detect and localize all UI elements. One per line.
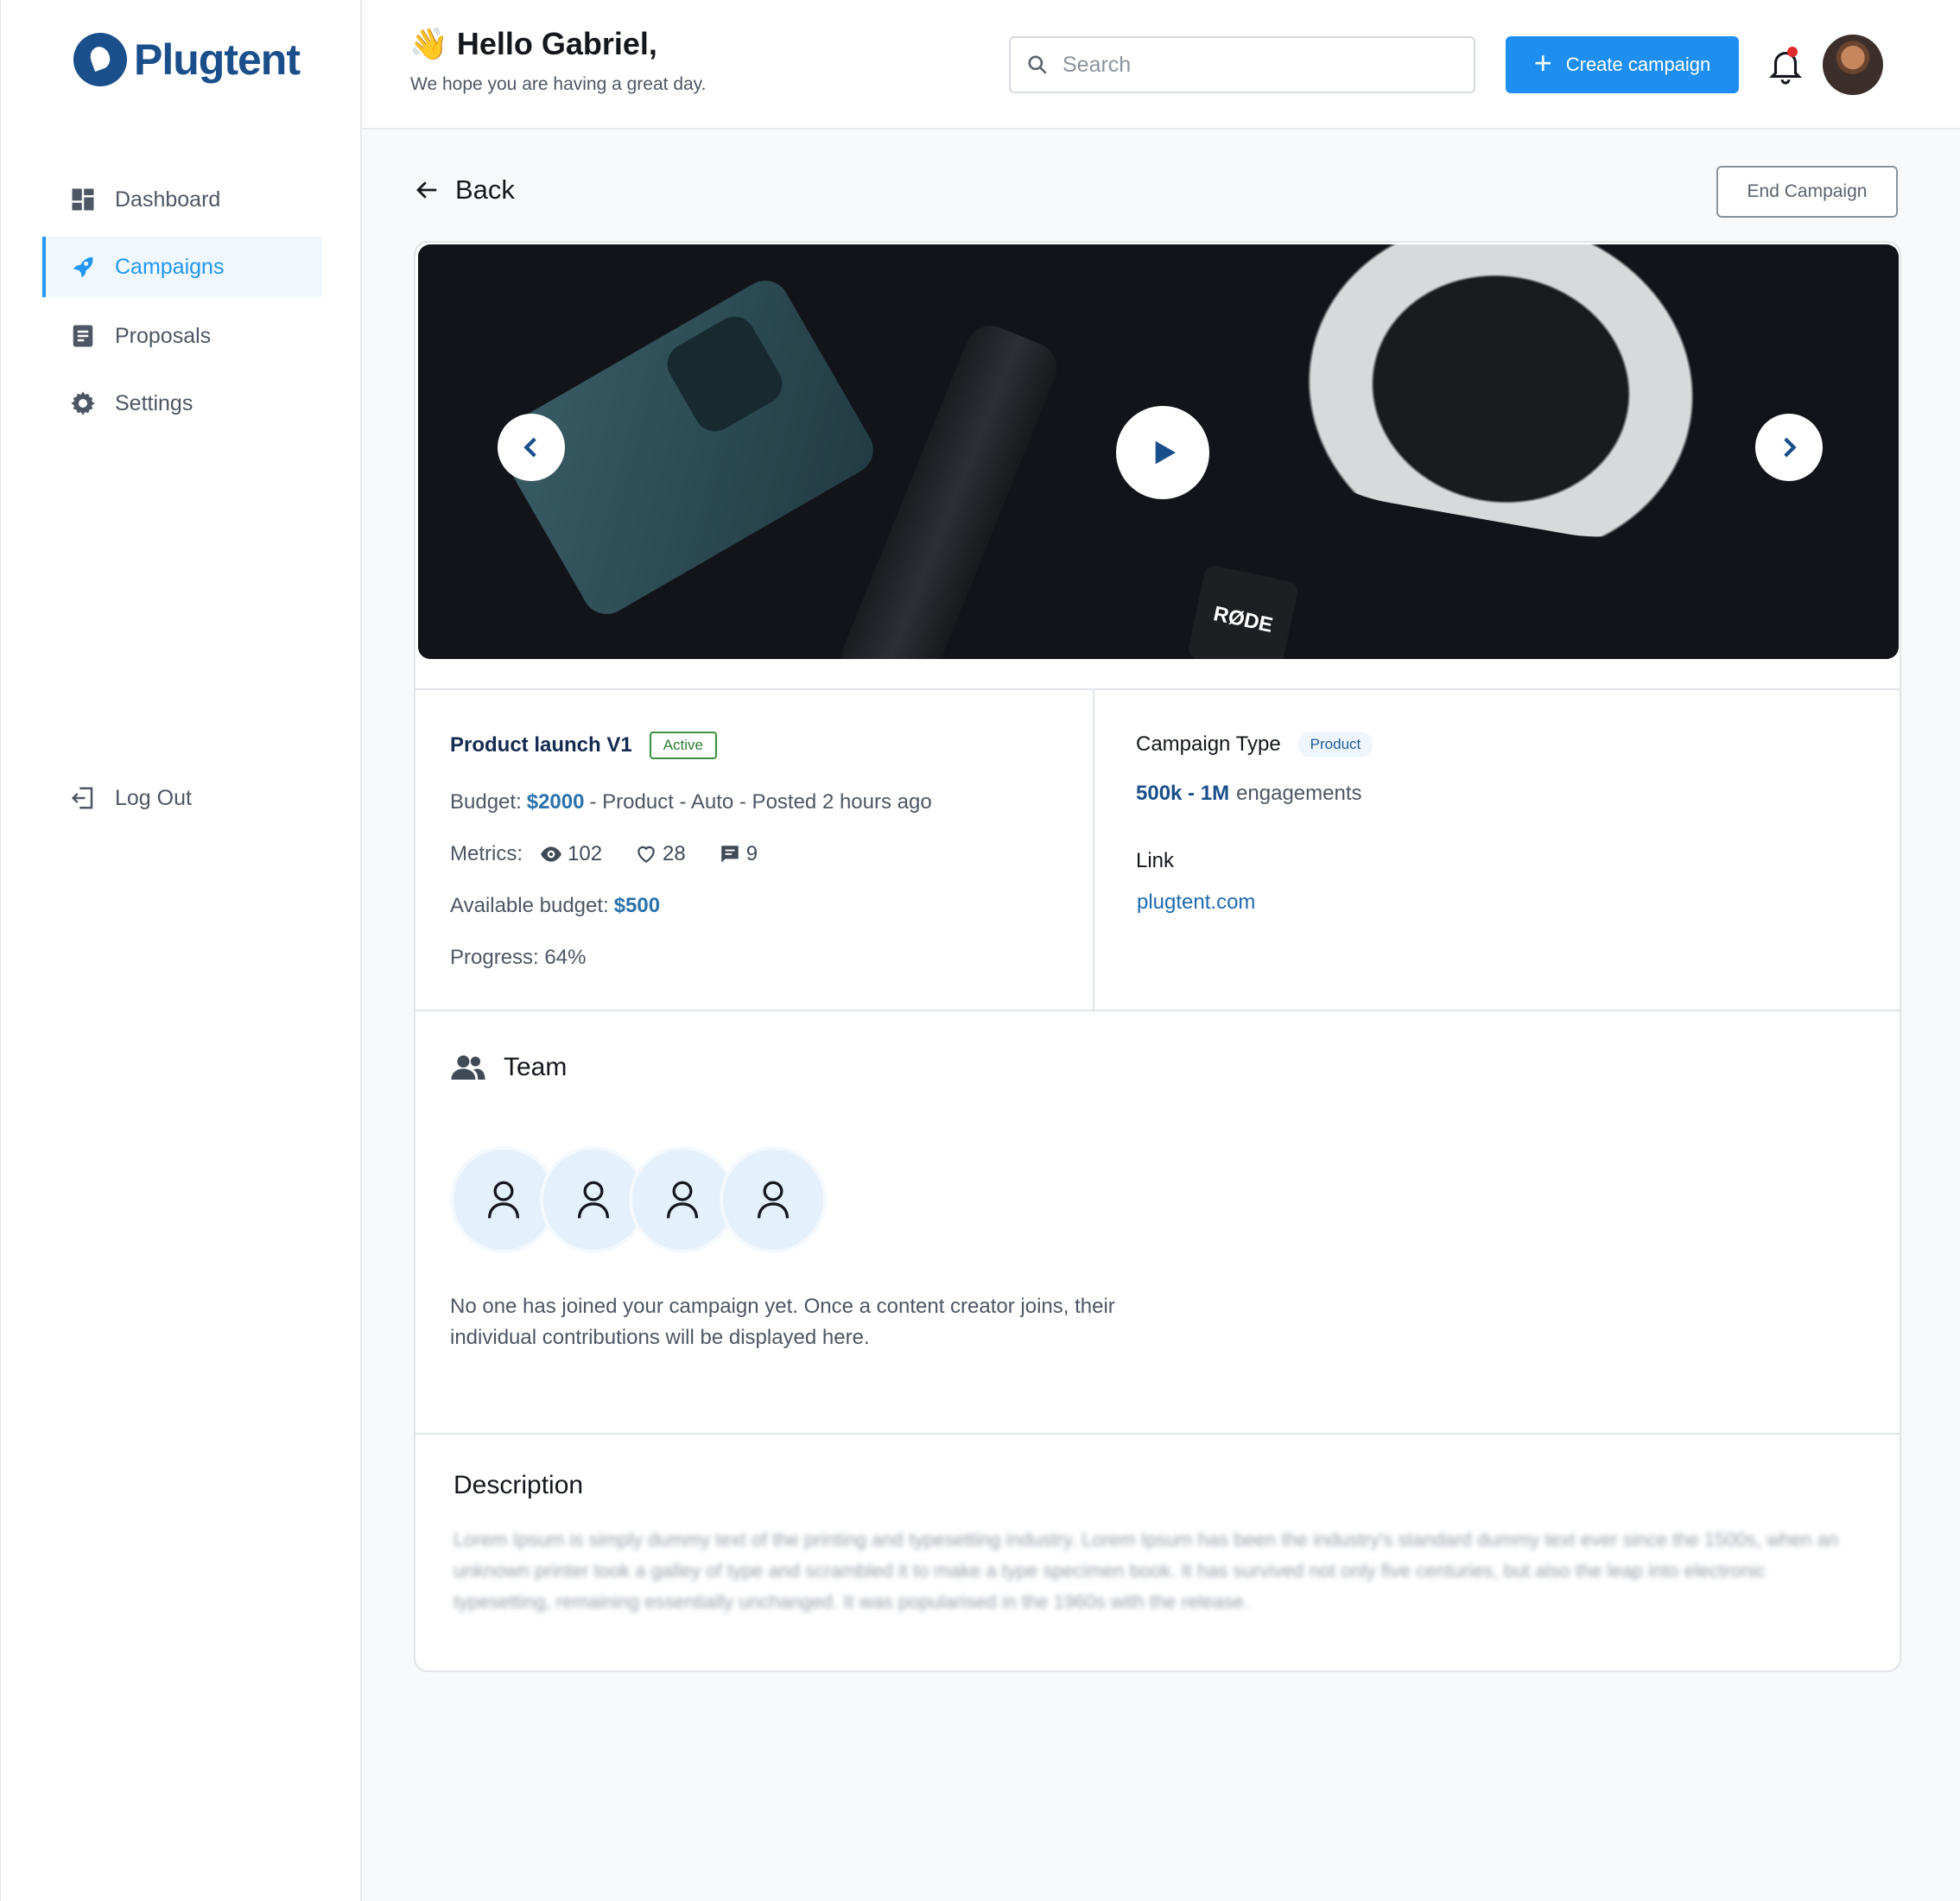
campaign-name: Product launch V1 (450, 733, 632, 757)
likes-metric: 28 (635, 842, 686, 866)
document-icon (70, 323, 96, 349)
play-icon (1155, 440, 1176, 465)
logo[interactable]: Plugtent (73, 33, 301, 86)
sidebar-item-label: Settings (115, 390, 193, 415)
logout-icon (70, 785, 96, 811)
campaign-title-row: Product launch V1 Active (450, 732, 717, 759)
available-budget-label: Available budget: (450, 894, 609, 917)
plus-icon: + (1533, 45, 1552, 80)
play-button[interactable] (1116, 406, 1209, 499)
campaign-type-label: Campaign Type (1136, 732, 1281, 756)
eye-icon (541, 846, 561, 862)
search-input[interactable]: Search (1009, 36, 1475, 93)
dashboard-icon (70, 187, 96, 212)
engagement-row: 500k - 1M engagements (1136, 782, 1362, 806)
greeting-text: Hello Gabriel, (456, 26, 657, 61)
description-section: Description Lorem Ipsum is simply dummy … (415, 1433, 1900, 1670)
likes-count: 28 (663, 842, 686, 865)
sidebar-item-campaigns[interactable]: Campaigns (42, 237, 322, 297)
wave-icon: 👋 (409, 26, 448, 61)
back-label: Back (455, 174, 515, 205)
campaign-details: - Product - Auto - Posted 2 hours ago (589, 790, 932, 814)
comments-count: 9 (745, 842, 758, 865)
campaign-type-badge: Product (1297, 732, 1373, 757)
heart-icon (637, 846, 655, 863)
controller-illustration (1256, 244, 1757, 558)
create-campaign-label: Create campaign (1565, 54, 1711, 75)
description-title: Description (454, 1471, 584, 1499)
comments-metric: 9 (719, 842, 758, 866)
available-budget-row: Available budget: $500 (450, 894, 665, 918)
campaign-meta: Campaign Type Product 500k - 1M engageme… (1094, 688, 1900, 1010)
avatar[interactable] (1823, 35, 1883, 95)
team-title-label: Team (504, 1053, 568, 1081)
tripod-illustration (834, 318, 1065, 659)
sidebar-item-label: Dashboard (115, 187, 221, 212)
notification-dot (1787, 47, 1798, 57)
available-budget-value: $500 (613, 894, 661, 917)
back-button[interactable]: Back (414, 174, 515, 206)
next-media-button[interactable] (1755, 414, 1823, 481)
group-icon (451, 1055, 485, 1080)
logo-text: Plugtent (134, 35, 301, 84)
user-icon (757, 1181, 790, 1219)
team-section: Team No one has joined your campaign yet… (415, 1010, 1900, 1433)
status-badge: Active (649, 732, 717, 759)
team-title: Team (450, 1053, 567, 1082)
comment-icon (721, 846, 739, 863)
rocket-icon (70, 254, 96, 280)
logo-mark-icon (73, 33, 127, 86)
budget-label: Budget: (450, 790, 522, 814)
sidebar-item-dashboard[interactable]: Dashboard (42, 169, 322, 230)
sidebar: Plugtent Dashboard Campaigns Proposals S… (0, 0, 362, 1901)
create-campaign-button[interactable]: + Create campaign (1506, 36, 1739, 93)
metrics-row: Metrics: 102 28 9 (450, 842, 758, 866)
user-icon (666, 1181, 699, 1219)
logout-label: Log Out (115, 785, 192, 810)
views-count: 102 (568, 842, 603, 865)
previous-media-button[interactable] (498, 414, 565, 481)
campaign-card: RØDE Product launch V1 Active Budget: $2… (414, 241, 1901, 1672)
engagement-suffix: engagements (1236, 782, 1362, 805)
top-header: 👋 Hello Gabriel, We hope you are having … (362, 0, 1960, 130)
campaign-summary: Product launch V1 Active Budget: $2000 -… (415, 688, 1094, 1010)
bell-icon[interactable] (1766, 45, 1805, 85)
greeting: 👋 Hello Gabriel, (409, 26, 657, 62)
budget-row: Budget: $2000 - Product - Auto - Posted … (450, 790, 932, 814)
team-empty-message: No one has joined your campaign yet. Onc… (450, 1295, 1115, 1349)
greeting-subtitle: We hope you are having a great day. (410, 74, 707, 94)
campaign-media-banner: RØDE (418, 244, 1899, 659)
campaign-link[interactable]: plugtent.com (1137, 890, 1255, 915)
chevron-right-icon (1784, 437, 1797, 458)
end-campaign-button[interactable]: End Campaign (1716, 166, 1898, 218)
campaign-type-row: Campaign Type Product (1136, 732, 1373, 757)
sidebar-item-label: Proposals (115, 323, 212, 348)
user-icon (487, 1181, 520, 1219)
engagement-range: 500k - 1M (1136, 782, 1230, 805)
sidebar-item-proposals[interactable]: Proposals (42, 306, 322, 366)
views-metric: 102 (540, 842, 602, 866)
sidebar-item-label: Campaigns (115, 254, 225, 279)
mic-illustration: RØDE (1186, 563, 1300, 659)
user-icon (577, 1181, 610, 1219)
progress-text: Progress: 64% (450, 946, 587, 969)
search-placeholder: Search (1062, 52, 1132, 77)
chevron-left-icon (523, 437, 536, 458)
team-member-placeholder (720, 1146, 827, 1253)
link-label: Link (1136, 849, 1175, 872)
search-icon (1028, 55, 1047, 74)
description-text: Lorem Ipsum is simply dummy text of the … (454, 1529, 1839, 1613)
sidebar-item-settings[interactable]: Settings (42, 373, 322, 434)
metrics-label: Metrics: (450, 842, 523, 865)
gear-icon (70, 390, 96, 416)
budget-value: $2000 (526, 790, 585, 814)
logout-button[interactable]: Log Out (42, 768, 322, 828)
arrow-left-icon (416, 181, 437, 199)
